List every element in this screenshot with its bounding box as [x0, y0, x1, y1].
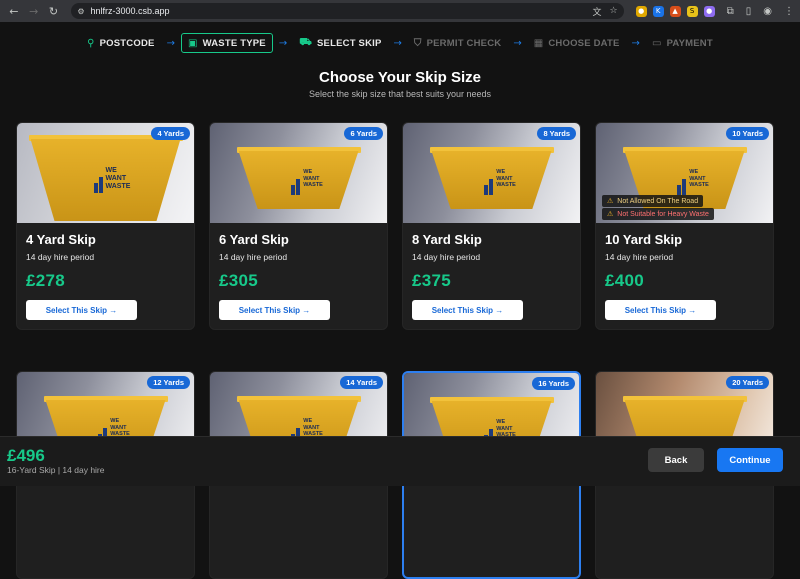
reload-icon[interactable]: ↻ — [46, 3, 62, 19]
road-warning-text: Not Allowed On The Road — [617, 197, 699, 205]
continue-button[interactable]: Continue — [717, 448, 783, 472]
heavy-waste-warning-text: Not Suitable for Heavy Waste — [617, 210, 709, 218]
step-choose-date: ▦ CHOOSE DATE — [528, 33, 626, 53]
extensions-row: ● K ▲ S ● ⧉ ▯ ◉ ⋮ — [635, 5, 794, 17]
step-label: SELECT SKIP — [317, 37, 382, 49]
warning-icon: ⚠ — [607, 210, 614, 218]
skip-illustration: WE WANT WASTE — [429, 147, 554, 209]
total-price: £496 — [7, 446, 45, 465]
size-badge: 4 Yards — [151, 127, 190, 140]
hire-period: 14 day hire period — [412, 252, 481, 262]
credit-card-icon: ▭ — [651, 37, 662, 49]
skip-price: £305 — [219, 271, 259, 290]
skip-grid: WE WANT WASTE 4 Yards 4 Yard Skip 14 day h… — [16, 122, 774, 579]
step-arrow-icon: → — [278, 37, 288, 49]
warning-icon: ⚠ — [607, 197, 614, 205]
road-warning: ⚠ Not Allowed On The Road — [602, 195, 704, 207]
step-label: CHOOSE DATE — [548, 37, 620, 49]
url-text[interactable]: hnlfrz-3000.csb.app — [91, 6, 585, 16]
skip-logo-text: WE WANT WASTE — [303, 418, 323, 437]
map-pin-icon: ⚲ — [87, 37, 95, 49]
back-button[interactable]: Back — [648, 448, 704, 472]
puzzle-icon[interactable]: ⧉ — [727, 6, 734, 17]
hire-period: 14 day hire period — [605, 252, 674, 262]
selection-footer: £496 16-Yard Skip | 14 day hire Back Con… — [0, 436, 800, 486]
skip-name: 10 Yard Skip — [605, 232, 683, 247]
step-label: PAYMENT — [666, 37, 713, 49]
skip-image: WE WANT WASTE 8 Yards — [403, 123, 580, 223]
skip-image: WE WANT WASTE 10 Yards ⚠ Not Allowed On Th… — [596, 123, 773, 223]
extension-icon[interactable]: K — [652, 5, 664, 17]
address-bar[interactable]: ⚙ hnlfrz-3000.csb.app 文 ☆ — [71, 3, 624, 19]
progress-steps: ⚲ POSTCODE → ▣ WASTE TYPE → ⛟ SELECT SKI… — [0, 31, 800, 55]
skip-price: £400 — [605, 271, 645, 290]
shield-icon: ⛉ — [413, 37, 422, 49]
size-badge: 12 Yards — [147, 376, 190, 389]
truck-icon: ⛟ — [299, 36, 313, 48]
skip-name: 6 Yard Skip — [219, 232, 289, 247]
skip-card[interactable]: WE WANT WASTE 6 Yards 6 Yard Skip 14 day h… — [209, 122, 388, 330]
skip-logo-text: WE WANT WASTE — [496, 169, 516, 188]
size-badge: 10 Yards — [726, 127, 769, 140]
skip-illustration: WE WANT WASTE — [28, 135, 183, 221]
profile-icon[interactable]: ◉ — [763, 6, 772, 17]
step-payment: ▭ PAYMENT — [646, 33, 719, 53]
size-badge: 6 Yards — [344, 127, 383, 140]
back-arrow-icon[interactable]: ← — [6, 3, 22, 19]
translate-icon[interactable]: 文 — [593, 5, 602, 18]
calendar-icon: ▦ — [533, 37, 544, 49]
skip-image: WE WANT WASTE 6 Yards — [210, 123, 387, 223]
more-menu-icon[interactable]: ⋮ — [784, 6, 794, 17]
step-arrow-icon: → — [631, 37, 640, 49]
extension-icon[interactable]: ● — [703, 5, 715, 17]
skip-name: 8 Yard Skip — [412, 232, 482, 247]
step-label: POSTCODE — [99, 37, 155, 49]
extension-icon[interactable]: ▲ — [669, 5, 681, 17]
page-subtitle: Select the skip size that best suits you… — [308, 89, 492, 99]
extension-icon[interactable]: ● — [635, 5, 647, 17]
step-arrow-icon: → — [513, 37, 522, 49]
size-badge: 8 Yards — [537, 127, 576, 140]
size-badge: 16 Yards — [532, 377, 575, 390]
step-label: PERMIT CHECK — [426, 37, 502, 49]
step-select-skip[interactable]: ⛟ SELECT SKIP — [293, 33, 387, 53]
trash-icon: ▣ — [187, 37, 198, 49]
skip-price: £375 — [412, 271, 452, 290]
step-waste-type[interactable]: ▣ WASTE TYPE — [180, 33, 273, 53]
sidebar-icon[interactable]: ▯ — [746, 6, 752, 17]
hire-period: 14 day hire period — [26, 252, 95, 262]
step-arrow-icon: → — [393, 37, 402, 49]
page-title: Choose Your Skip Size — [319, 69, 481, 86]
step-label: WASTE TYPE — [202, 37, 266, 49]
skip-illustration: WE WANT WASTE — [236, 147, 361, 209]
site-info-icon[interactable]: ⚙ — [77, 7, 84, 16]
skip-card[interactable]: WE WANT WASTE 8 Yards 8 Yard Skip 14 day h… — [402, 122, 581, 330]
hire-period: 14 day hire period — [219, 252, 288, 262]
step-permit-check: ⛉ PERMIT CHECK — [408, 33, 507, 53]
skip-logo-text: WE WANT WASTE — [689, 169, 709, 188]
step-arrow-icon: → — [166, 37, 175, 49]
skip-card[interactable]: WE WANT WASTE 4 Yards 4 Yard Skip 14 day h… — [16, 122, 195, 330]
skip-image: WE WANT WASTE 4 Yards — [17, 123, 194, 223]
skip-logo-text: WE WANT WASTE — [105, 167, 131, 190]
skip-price: £278 — [26, 271, 66, 290]
heavy-waste-warning: ⚠ Not Suitable for Heavy Waste — [602, 208, 714, 220]
skip-logo-text: WE WANT WASTE — [303, 169, 323, 188]
size-badge: 20 Yards — [726, 376, 769, 389]
size-badge: 14 Yards — [340, 376, 383, 389]
selection-summary: 16-Yard Skip | 14 day hire — [7, 465, 105, 475]
select-skip-button[interactable]: Select This Skip → — [26, 300, 137, 320]
skip-name: 4 Yard Skip — [26, 232, 96, 247]
bookmark-star-icon[interactable]: ☆ — [610, 6, 618, 16]
select-skip-button[interactable]: Select This Skip → — [219, 300, 330, 320]
extension-icon[interactable]: S — [686, 5, 698, 17]
step-postcode[interactable]: ⚲ POSTCODE — [81, 33, 160, 53]
skip-logo-text: WE WANT WASTE — [110, 418, 130, 437]
select-skip-button[interactable]: Select This Skip → — [605, 300, 716, 320]
browser-toolbar: ← → ↻ ⚙ hnlfrz-3000.csb.app 文 ☆ ● K ▲ S … — [0, 0, 800, 22]
select-skip-button[interactable]: Select This Skip → — [412, 300, 523, 320]
skip-card[interactable]: WE WANT WASTE 10 Yards ⚠ Not Allowed On Th… — [595, 122, 774, 330]
forward-arrow-icon[interactable]: → — [26, 3, 42, 19]
